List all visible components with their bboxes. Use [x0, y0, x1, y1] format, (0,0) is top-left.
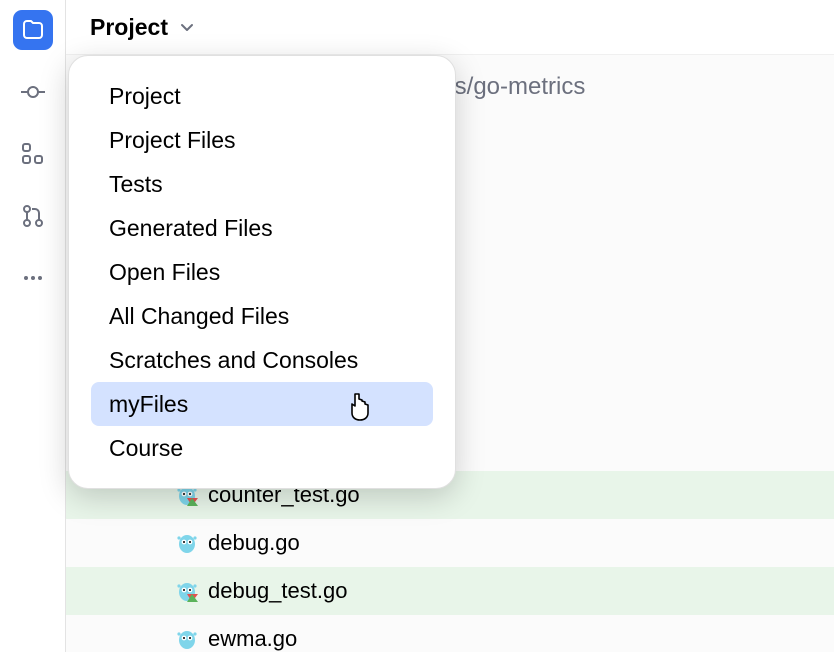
popup-item[interactable]: Project Files	[79, 118, 445, 162]
structure-icon	[21, 142, 45, 166]
commit-icon	[20, 79, 46, 105]
pull-requests-tool-button[interactable]	[13, 196, 53, 236]
tree-row-label: debug.go	[208, 530, 300, 556]
pull-request-icon	[21, 204, 45, 228]
tree-row[interactable]: debug_test.go	[66, 567, 834, 615]
go-test-file-icon	[176, 580, 198, 602]
tree-row[interactable]: ewma.go	[66, 615, 834, 663]
commit-tool-button[interactable]	[13, 72, 53, 112]
view-selector-label[interactable]: Project	[90, 14, 168, 41]
tree-row-label: ewma.go	[208, 626, 297, 652]
popup-item[interactable]: All Changed Files	[79, 294, 445, 338]
more-tool-button[interactable]	[13, 258, 53, 298]
popup-item[interactable]: Open Files	[79, 250, 445, 294]
project-tool-button[interactable]	[13, 10, 53, 50]
popup-item[interactable]: myFiles	[79, 382, 445, 426]
tree-row-label: debug_test.go	[208, 578, 347, 604]
popup-item[interactable]: Course	[79, 426, 445, 470]
structure-tool-button[interactable]	[13, 134, 53, 174]
popup-item-label: myFiles	[109, 391, 188, 418]
project-path: cts/go-metrics	[436, 73, 585, 101]
kebab-icon	[21, 266, 45, 290]
tree-row[interactable]: debug.go	[66, 519, 834, 567]
popup-item[interactable]: Project	[79, 74, 445, 118]
popup-item-label: Course	[109, 435, 183, 462]
go-file-icon	[176, 532, 198, 554]
view-selector-popup: Project Project Files Tests Generated Files…	[68, 55, 456, 489]
popup-item-label: Tests	[109, 171, 163, 198]
popup-item-label: Project Files	[109, 127, 236, 154]
popup-item-label: Generated Files	[109, 215, 273, 242]
go-file-icon	[176, 628, 198, 650]
left-toolbar	[0, 0, 66, 652]
popup-item[interactable]: Tests	[79, 162, 445, 206]
popup-item[interactable]: Scratches and Consoles	[79, 338, 445, 382]
view-selector-chevron[interactable]	[178, 18, 196, 36]
mouse-cursor	[345, 392, 375, 432]
chevron-down-icon	[178, 18, 196, 36]
panel-header: Project	[66, 0, 834, 55]
popup-item[interactable]: Generated Files	[79, 206, 445, 250]
popup-item-label: Open Files	[109, 259, 220, 286]
popup-item-label: Scratches and Consoles	[109, 347, 358, 374]
popup-item-label: All Changed Files	[109, 303, 289, 330]
popup-item-label: Project	[109, 83, 181, 110]
folder-icon	[21, 18, 45, 42]
file-tree: counter_test.godebug.godebug_test.goewma…	[66, 471, 834, 663]
